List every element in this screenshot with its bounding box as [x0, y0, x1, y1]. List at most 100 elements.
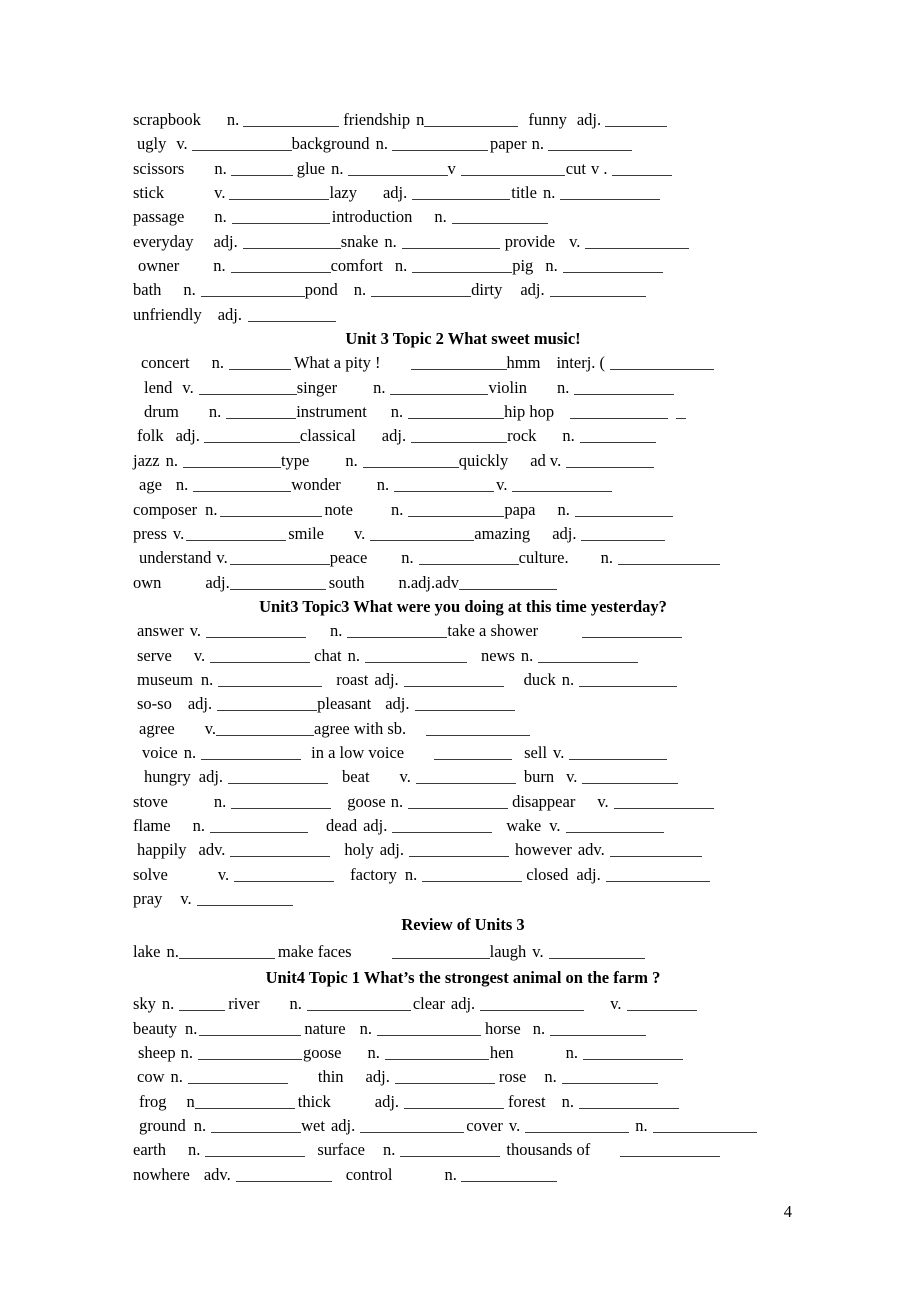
- answer-blank[interactable]: [410, 354, 507, 371]
- answer-blank[interactable]: [458, 574, 557, 590]
- answer-blank[interactable]: [613, 793, 714, 809]
- answer-blank[interactable]: [605, 866, 710, 882]
- answer-blank[interactable]: [186, 525, 287, 541]
- answer-blank[interactable]: [216, 720, 315, 736]
- answer-blank[interactable]: [451, 208, 548, 225]
- answer-blank[interactable]: [652, 1117, 757, 1134]
- answer-blank[interactable]: [418, 549, 519, 566]
- answer-blank[interactable]: [219, 501, 322, 517]
- answer-blank[interactable]: [187, 1068, 288, 1085]
- answer-blank[interactable]: [243, 111, 340, 127]
- answer-blank[interactable]: [201, 744, 302, 760]
- answer-blank[interactable]: [370, 525, 475, 541]
- answer-blank[interactable]: [200, 281, 305, 298]
- answer-blank[interactable]: [384, 1044, 489, 1061]
- answer-blank[interactable]: [226, 403, 297, 420]
- answer-blank[interactable]: [242, 233, 341, 249]
- answer-blank[interactable]: [392, 817, 493, 833]
- answer-blank[interactable]: [626, 995, 697, 1012]
- answer-blank[interactable]: [460, 160, 565, 176]
- answer-blank[interactable]: [408, 501, 505, 517]
- answer-blank[interactable]: [394, 476, 495, 493]
- answer-blank[interactable]: [409, 841, 510, 858]
- answer-blank[interactable]: [218, 671, 323, 687]
- answer-blank[interactable]: [414, 695, 515, 712]
- answer-blank[interactable]: [620, 1141, 721, 1158]
- answer-blank[interactable]: [408, 793, 509, 809]
- answer-blank[interactable]: [412, 257, 513, 274]
- answer-blank[interactable]: [424, 111, 519, 127]
- answer-blank[interactable]: [583, 1044, 684, 1061]
- answer-blank[interactable]: [230, 841, 331, 858]
- answer-blank[interactable]: [617, 549, 720, 566]
- answer-blank[interactable]: [480, 995, 585, 1012]
- answer-blank[interactable]: [403, 671, 504, 687]
- answer-blank[interactable]: [194, 1093, 295, 1109]
- answer-blank[interactable]: [565, 817, 664, 833]
- answer-blank[interactable]: [376, 1020, 481, 1036]
- answer-blank[interactable]: [570, 403, 669, 420]
- answer-blank[interactable]: [579, 1093, 679, 1109]
- answer-blank[interactable]: [411, 427, 508, 444]
- answer-blank[interactable]: [248, 306, 337, 322]
- answer-blank[interactable]: [581, 525, 666, 541]
- answer-blank[interactable]: [228, 768, 329, 785]
- answer-blank[interactable]: [230, 160, 293, 176]
- answer-blank[interactable]: [525, 1117, 630, 1134]
- answer-blank[interactable]: [422, 866, 523, 882]
- answer-blank[interactable]: [415, 768, 516, 785]
- answer-blank[interactable]: [229, 574, 326, 590]
- answer-blank[interactable]: [211, 1117, 302, 1134]
- answer-blank[interactable]: [391, 943, 490, 959]
- answer-blank[interactable]: [676, 403, 687, 420]
- answer-blank[interactable]: [217, 695, 318, 712]
- answer-blank[interactable]: [401, 233, 500, 249]
- answer-blank[interactable]: [391, 135, 488, 152]
- answer-blank[interactable]: [234, 866, 335, 882]
- answer-blank[interactable]: [193, 476, 292, 493]
- answer-blank[interactable]: [585, 233, 690, 249]
- answer-blank[interactable]: [579, 427, 656, 444]
- answer-blank[interactable]: [179, 995, 226, 1012]
- answer-blank[interactable]: [609, 841, 702, 858]
- answer-blank[interactable]: [191, 135, 292, 152]
- answer-blank[interactable]: [203, 427, 300, 444]
- answer-blank[interactable]: [574, 501, 673, 517]
- answer-blank[interactable]: [434, 744, 513, 760]
- answer-blank[interactable]: [582, 768, 679, 785]
- answer-blank[interactable]: [562, 257, 663, 274]
- answer-blank[interactable]: [566, 452, 655, 468]
- answer-blank[interactable]: [408, 403, 505, 420]
- answer-blank[interactable]: [365, 647, 467, 663]
- answer-blank[interactable]: [182, 452, 281, 468]
- answer-blank[interactable]: [569, 744, 668, 760]
- answer-blank[interactable]: [400, 1141, 501, 1158]
- answer-blank[interactable]: [612, 160, 673, 176]
- answer-blank[interactable]: [231, 208, 330, 225]
- answer-blank[interactable]: [347, 622, 448, 639]
- answer-blank[interactable]: [394, 1068, 495, 1085]
- answer-blank[interactable]: [560, 184, 661, 201]
- answer-blank[interactable]: [360, 1117, 465, 1134]
- answer-blank[interactable]: [460, 1166, 557, 1182]
- answer-blank[interactable]: [209, 817, 308, 833]
- answer-blank[interactable]: [196, 890, 293, 906]
- answer-blank[interactable]: [178, 943, 275, 959]
- answer-blank[interactable]: [404, 1093, 505, 1109]
- answer-blank[interactable]: [231, 793, 332, 809]
- answer-blank[interactable]: [210, 647, 311, 663]
- answer-blank[interactable]: [574, 379, 675, 395]
- answer-blank[interactable]: [547, 135, 632, 152]
- answer-blank[interactable]: [347, 160, 448, 176]
- answer-blank[interactable]: [426, 720, 531, 736]
- answer-blank[interactable]: [228, 354, 291, 371]
- answer-blank[interactable]: [198, 379, 297, 395]
- answer-blank[interactable]: [538, 647, 639, 663]
- answer-blank[interactable]: [582, 622, 683, 639]
- answer-blank[interactable]: [412, 184, 511, 201]
- answer-blank[interactable]: [362, 452, 459, 468]
- answer-blank[interactable]: [229, 184, 330, 201]
- answer-blank[interactable]: [579, 671, 678, 687]
- answer-blank[interactable]: [205, 1141, 306, 1158]
- answer-blank[interactable]: [549, 281, 646, 298]
